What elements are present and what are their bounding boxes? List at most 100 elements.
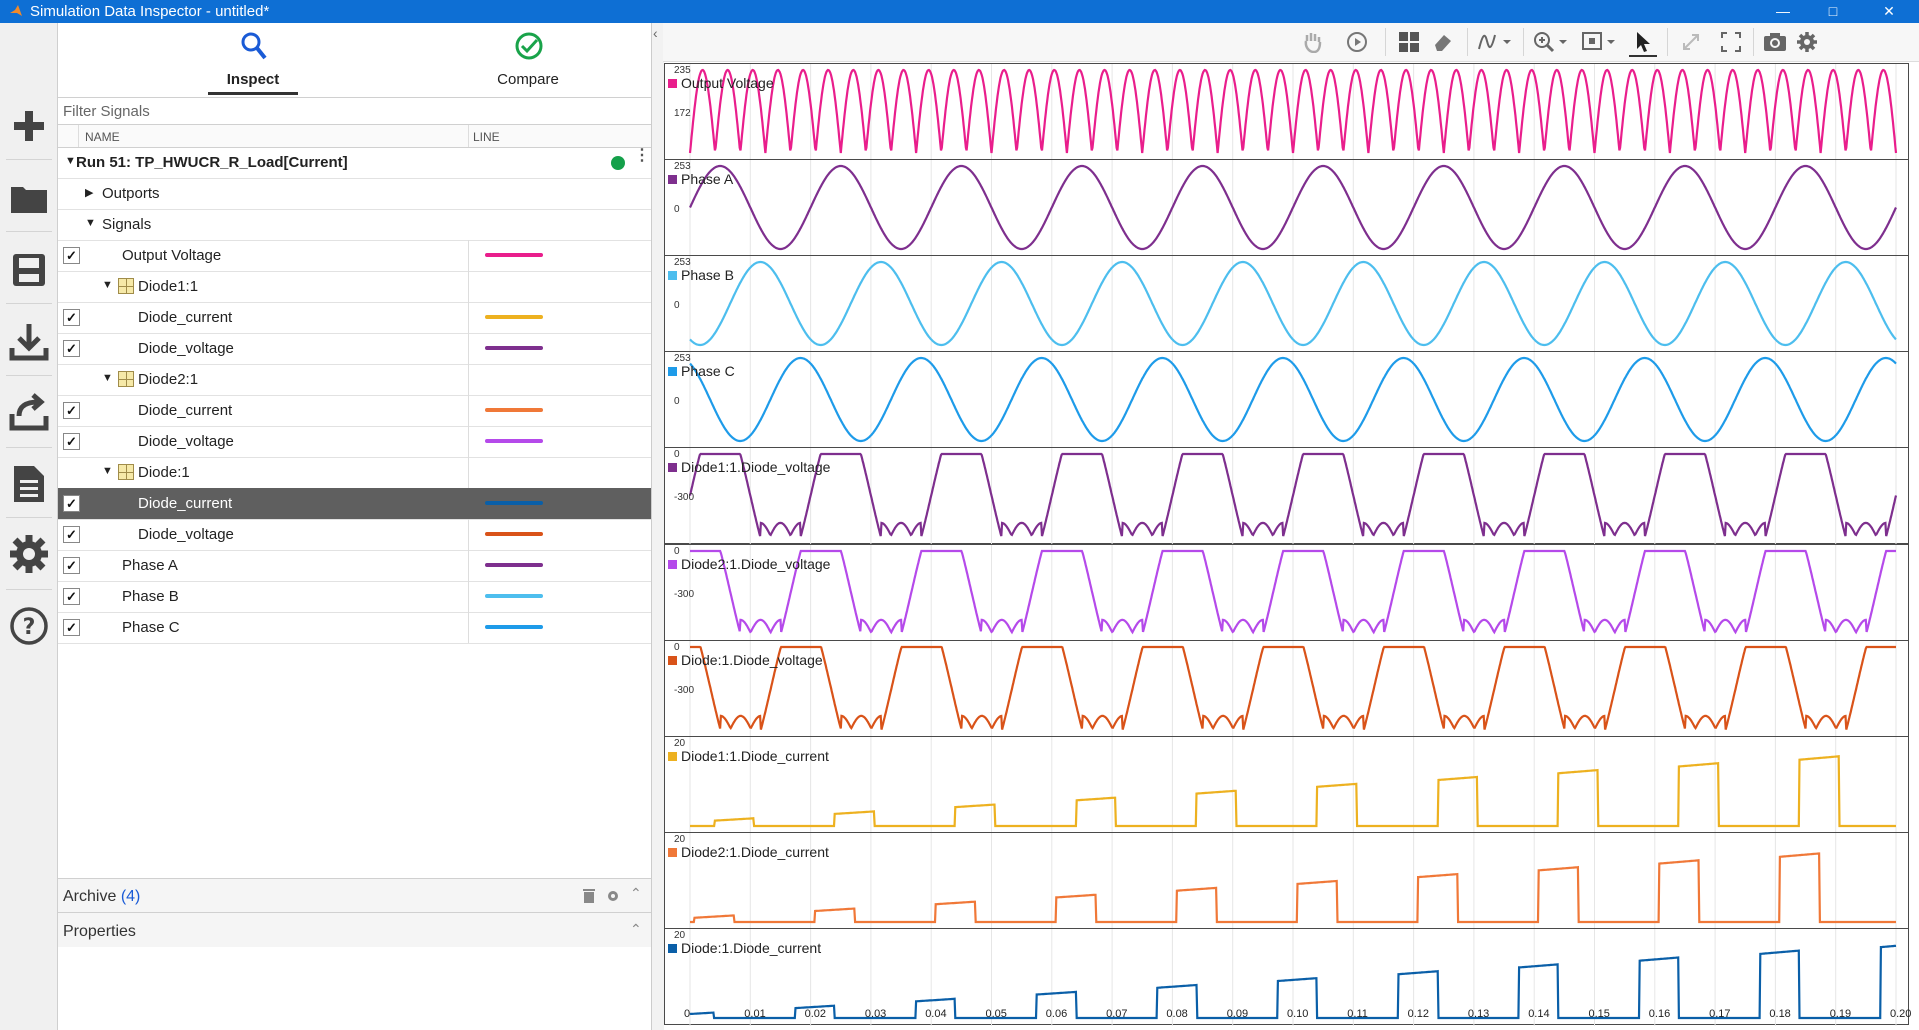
subplot[interactable]: 0 -300 Diode1:1.Diode_voltage	[664, 447, 1909, 545]
pointer-icon	[1637, 32, 1650, 52]
settings-button[interactable]	[8, 533, 50, 575]
collapse-arrow-icon[interactable]: ▼	[65, 155, 76, 167]
fit-menu[interactable]	[1579, 29, 1619, 55]
signal-row[interactable]: ✓ Diode_current	[58, 488, 651, 520]
legend-label: Diode1:1.Diode_voltage	[681, 459, 831, 475]
signal-row[interactable]: ✓ Output Voltage	[58, 240, 651, 272]
subplot[interactable]: 0 -300 Diode:1.Diode_voltage	[664, 640, 1909, 738]
run-row[interactable]: ▼ Run 51: TP_HWUCR_R_Load[Current] ⋮	[58, 147, 651, 179]
subplot[interactable]: 20 Diode1:1.Diode_current	[664, 736, 1909, 834]
plot-settings-button[interactable]	[1793, 29, 1821, 55]
play-button[interactable]	[1343, 29, 1371, 55]
signal-label: Diode_current	[138, 402, 233, 419]
panel-splitter[interactable]: ‹	[651, 23, 664, 1030]
close-button[interactable]: ✕	[1866, 0, 1912, 23]
layout-button[interactable]	[1395, 29, 1423, 55]
cursor-button[interactable]	[1629, 29, 1657, 57]
line-style-swatch[interactable]	[485, 346, 543, 350]
signals-row[interactable]: ▼ Signals	[58, 209, 651, 241]
signal-row[interactable]: ✓ Diode_voltage	[58, 426, 651, 458]
zoom-menu[interactable]	[1531, 29, 1571, 55]
collapse-arrow-icon[interactable]: ▼	[102, 372, 113, 384]
signal-row[interactable]: ✓ Phase C	[58, 612, 651, 644]
report-button[interactable]	[8, 463, 50, 505]
line-style-swatch[interactable]	[485, 532, 543, 536]
line-style-swatch[interactable]	[485, 625, 543, 629]
subplot[interactable]: 0 -300 Diode2:1.Diode_voltage	[664, 544, 1909, 642]
subplot[interactable]: 253 0 Phase B	[664, 255, 1909, 353]
line-style-swatch[interactable]	[485, 408, 543, 412]
fullscreen-icon	[1721, 32, 1741, 52]
plot-area[interactable]: 235 172 Output Voltage 253 0 Phase A 253 0 Phase…	[664, 63, 1911, 1030]
signal-checkbox[interactable]: ✓	[63, 402, 80, 419]
legend-label: Phase A	[681, 171, 734, 187]
line-style-swatch[interactable]	[485, 563, 543, 567]
signal-checkbox[interactable]: ✓	[63, 619, 80, 636]
fullscreen-button[interactable]	[1717, 29, 1745, 55]
chevron-up-icon[interactable]: ⌃	[630, 921, 642, 938]
signal-group-row[interactable]: ▼ Diode2:1	[58, 364, 651, 396]
signal-checkbox[interactable]: ✓	[63, 495, 80, 512]
trash-icon[interactable]	[582, 887, 596, 904]
collapse-panel-icon[interactable]: ‹	[653, 25, 658, 41]
save-button[interactable]	[8, 249, 50, 291]
filter-signals-input[interactable]: Filter Signals	[58, 97, 651, 125]
signal-group-row[interactable]: ▼ Diode:1	[58, 457, 651, 489]
run-menu-icon[interactable]: ⋮	[634, 148, 650, 164]
visualization-menu[interactable]	[1475, 29, 1515, 55]
line-style-swatch[interactable]	[485, 315, 543, 319]
save-icon	[13, 254, 45, 286]
expand-axes-button[interactable]	[1677, 29, 1705, 55]
line-style-swatch[interactable]	[485, 439, 543, 443]
line-style-swatch[interactable]	[485, 594, 543, 598]
signal-checkbox[interactable]: ✓	[63, 588, 80, 605]
column-divider	[468, 271, 469, 302]
minimize-button[interactable]: —	[1760, 0, 1806, 23]
signal-checkbox[interactable]: ✓	[63, 526, 80, 543]
collapse-arrow-icon[interactable]: ▼	[85, 217, 96, 229]
archive-section[interactable]: Archive (4) ⌃	[58, 878, 651, 913]
collapse-arrow-icon[interactable]: ▼	[102, 465, 113, 477]
signal-row[interactable]: ✓ Diode_voltage	[58, 333, 651, 365]
column-line-header[interactable]: LINE	[473, 130, 500, 144]
signal-group-row[interactable]: ▼ Diode1:1	[58, 271, 651, 303]
help-button[interactable]: ?	[8, 605, 50, 647]
svg-text:?: ?	[23, 615, 36, 640]
signal-row[interactable]: ✓ Diode_current	[58, 395, 651, 427]
open-button[interactable]	[8, 177, 50, 219]
line-style-swatch[interactable]	[485, 253, 543, 257]
collapse-arrow-icon[interactable]: ▼	[102, 279, 113, 291]
column-name-header[interactable]: NAME	[85, 130, 120, 144]
clear-button[interactable]	[1429, 29, 1457, 55]
signal-checkbox[interactable]: ✓	[63, 309, 80, 326]
subplot[interactable]: 20 Diode2:1.Diode_current	[664, 832, 1909, 930]
signal-row[interactable]: ✓ Diode_current	[58, 302, 651, 334]
import-button[interactable]	[8, 321, 50, 363]
signal-checkbox[interactable]: ✓	[63, 247, 80, 264]
snapshot-button[interactable]	[1761, 29, 1789, 55]
properties-section[interactable]: Properties ⌃	[58, 912, 651, 947]
signal-row[interactable]: ✓ Diode_voltage	[58, 519, 651, 551]
subplot[interactable]: 253 0 Phase A	[664, 159, 1909, 257]
line-style-swatch[interactable]	[485, 501, 543, 505]
chevron-up-icon[interactable]: ⌃	[630, 885, 642, 902]
tab-compare[interactable]: Compare	[468, 23, 588, 95]
y-tick-label: -300	[674, 685, 695, 696]
subplot[interactable]: 235 172 Output Voltage	[664, 63, 1909, 161]
expand-arrow-icon[interactable]: ▶	[85, 186, 93, 199]
y-tick-label: 0	[674, 396, 680, 407]
pan-button[interactable]	[1299, 29, 1327, 55]
outports-row[interactable]: ▶ Outports	[58, 178, 651, 210]
new-button[interactable]	[8, 105, 50, 147]
subplot[interactable]: 20 Diode:1.Diode_current 0 0.01 0.02 0.03 0.04…	[664, 928, 1911, 1026]
signal-row[interactable]: ✓ Phase B	[58, 581, 651, 613]
signal-checkbox[interactable]: ✓	[63, 557, 80, 574]
tab-inspect[interactable]: Inspect	[188, 23, 318, 95]
gear-icon[interactable]	[606, 889, 620, 903]
signal-checkbox[interactable]: ✓	[63, 340, 80, 357]
signal-row[interactable]: ✓ Phase A	[58, 550, 651, 582]
subplot[interactable]: 253 0 Phase C	[664, 351, 1909, 449]
signal-checkbox[interactable]: ✓	[63, 433, 80, 450]
export-button[interactable]	[8, 391, 50, 433]
maximize-button[interactable]: □	[1810, 0, 1856, 23]
